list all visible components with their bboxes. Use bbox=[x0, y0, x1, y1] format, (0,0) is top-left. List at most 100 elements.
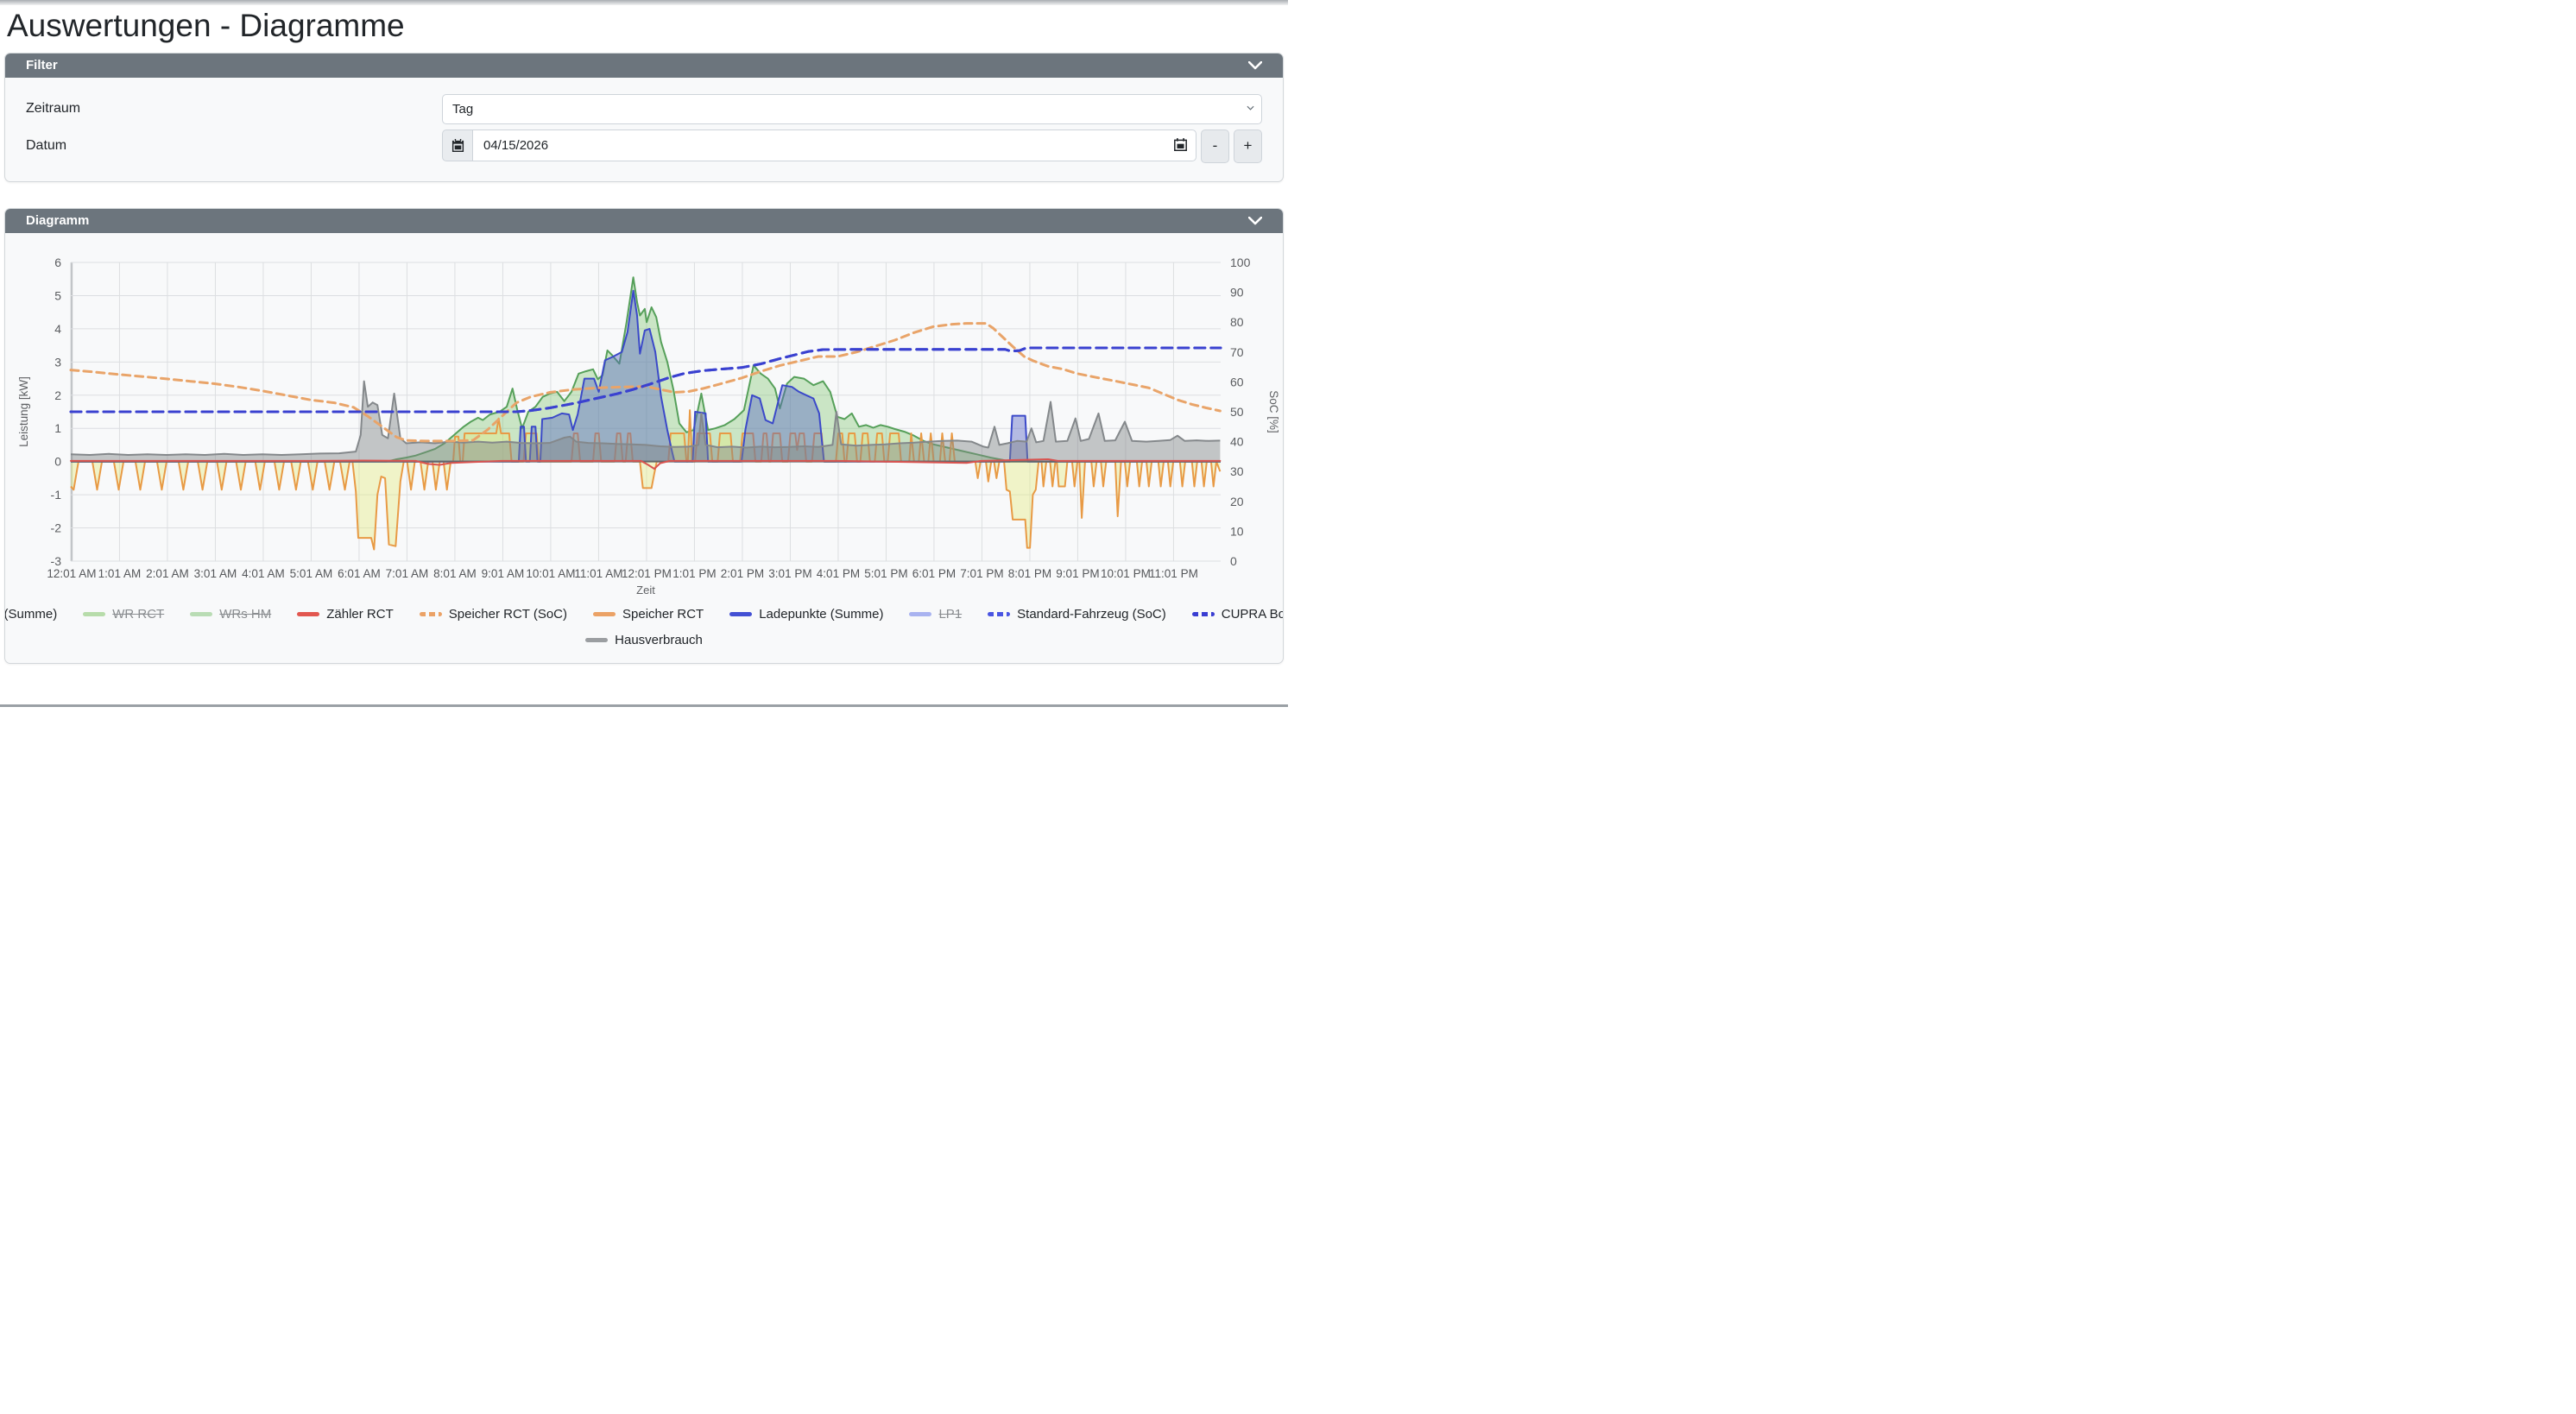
svg-text:Leistung [kW]: Leistung [kW] bbox=[17, 376, 30, 447]
svg-text:-3: -3 bbox=[51, 554, 62, 568]
svg-text:11:01 PM: 11:01 PM bbox=[1149, 567, 1198, 580]
filter-panel: Filter Zeitraum Tag Datum bbox=[4, 53, 1284, 182]
svg-text:20: 20 bbox=[1230, 494, 1244, 508]
svg-text:3:01 PM: 3:01 PM bbox=[768, 567, 811, 580]
filter-panel-title: Filter bbox=[26, 58, 58, 73]
legend-item-lp1[interactable]: LP1 bbox=[909, 607, 962, 622]
svg-text:50: 50 bbox=[1230, 405, 1244, 419]
calendar-icon bbox=[442, 129, 472, 161]
svg-text:40: 40 bbox=[1230, 434, 1244, 448]
svg-text:0: 0 bbox=[1230, 554, 1237, 568]
legend-label: WR RCT bbox=[112, 607, 164, 622]
legend-swatch bbox=[988, 612, 1010, 616]
legend-swatch bbox=[1192, 612, 1215, 616]
svg-text:5:01 PM: 5:01 PM bbox=[864, 567, 907, 580]
svg-text:12:01 PM: 12:01 PM bbox=[622, 567, 672, 580]
diagram-panel-body: 12:01 AM1:01 AM 2:01 AM 3:01 AM 4:01 AM 5:01… bbox=[5, 233, 1283, 663]
svg-text:10:01 AM: 10:01 AM bbox=[526, 567, 575, 580]
diagram-panel-header[interactable]: Diagramm bbox=[5, 209, 1283, 233]
legend-row-2: Hausverbrauch bbox=[7, 633, 1281, 647]
legend-item-cupra-born-soc-[interactable]: CUPRA Born (SoC) bbox=[1192, 607, 1284, 622]
date-minus-button[interactable]: - bbox=[1201, 129, 1229, 163]
svg-text:0: 0 bbox=[54, 454, 61, 468]
chevron-down-icon[interactable] bbox=[1248, 217, 1262, 225]
legend-swatch bbox=[83, 612, 105, 616]
svg-text:3: 3 bbox=[54, 355, 61, 369]
top-fade bbox=[0, 0, 1288, 5]
legend-item-speicher-rct[interactable]: Speicher RCT bbox=[593, 607, 704, 622]
legend-label: WRs HM bbox=[219, 607, 271, 622]
legend-swatch bbox=[585, 638, 608, 642]
svg-text:4: 4 bbox=[54, 322, 61, 336]
svg-text:6: 6 bbox=[54, 256, 61, 269]
legend-label: Ladepunkte (Summe) bbox=[759, 607, 883, 622]
legend-item-z-hler-rct[interactable]: Zähler RCT bbox=[297, 607, 394, 622]
svg-text:10: 10 bbox=[1230, 524, 1244, 538]
legend-item-speicher-rct-soc-[interactable]: Speicher RCT (SoC) bbox=[420, 607, 567, 622]
svg-text:7:01 AM: 7:01 AM bbox=[386, 567, 429, 580]
svg-text:60: 60 bbox=[1230, 375, 1244, 388]
legend-label: Hausverbrauch bbox=[615, 633, 703, 647]
svg-text:2: 2 bbox=[54, 388, 61, 401]
filter-panel-body: Zeitraum Tag Datum bbox=[5, 78, 1283, 181]
filter-panel-header[interactable]: Filter bbox=[5, 54, 1283, 78]
svg-text:1: 1 bbox=[54, 421, 61, 435]
legend-label: Zähler RCT bbox=[326, 607, 394, 622]
svg-text:11:01 AM: 11:01 AM bbox=[574, 567, 622, 580]
svg-text:30: 30 bbox=[1230, 464, 1244, 478]
legend-item-pv-summe-[interactable]: PV (Summe) bbox=[4, 607, 57, 622]
svg-text:8:01 PM: 8:01 PM bbox=[1008, 567, 1051, 580]
svg-text:-1: -1 bbox=[51, 488, 62, 502]
legend-swatch bbox=[909, 612, 931, 616]
legend-label: Standard-Fahrzeug (SoC) bbox=[1017, 607, 1166, 622]
datum-label: Datum bbox=[26, 138, 442, 154]
svg-text:1:01 PM: 1:01 PM bbox=[672, 567, 716, 580]
legend-label: LP1 bbox=[938, 607, 962, 622]
legend-item-hausverbrauch[interactable]: Hausverbrauch bbox=[585, 633, 703, 647]
date-plus-button[interactable]: + bbox=[1234, 129, 1262, 163]
svg-text:10:01 PM: 10:01 PM bbox=[1101, 567, 1151, 580]
zeitraum-select[interactable]: Tag bbox=[442, 94, 1262, 124]
bottom-divider bbox=[0, 704, 1288, 707]
legend-label: Speicher RCT (SoC) bbox=[449, 607, 567, 622]
date-picker-icon[interactable] bbox=[1173, 137, 1188, 152]
svg-text:SoC [%]: SoC [%] bbox=[1267, 390, 1280, 433]
svg-text:4:01 PM: 4:01 PM bbox=[817, 567, 860, 580]
chevron-down-icon[interactable] bbox=[1248, 61, 1262, 70]
svg-text:2:01 AM: 2:01 AM bbox=[146, 567, 189, 580]
svg-text:4:01 AM: 4:01 AM bbox=[242, 567, 285, 580]
svg-text:9:01 PM: 9:01 PM bbox=[1056, 567, 1099, 580]
svg-text:100: 100 bbox=[1230, 256, 1251, 269]
legend-item-standard-fahrzeug-soc-[interactable]: Standard-Fahrzeug (SoC) bbox=[988, 607, 1166, 622]
legend-swatch bbox=[190, 612, 212, 616]
svg-text:5:01 AM: 5:01 AM bbox=[290, 567, 333, 580]
svg-text:5: 5 bbox=[54, 288, 61, 302]
datum-row: Datum - + bbox=[26, 129, 1262, 163]
legend-item-wr-rct[interactable]: WR RCT bbox=[83, 607, 164, 622]
svg-text:90: 90 bbox=[1230, 285, 1244, 299]
svg-text:1:01 AM: 1:01 AM bbox=[98, 567, 142, 580]
legend-swatch bbox=[729, 612, 752, 616]
legend-swatch bbox=[297, 612, 319, 616]
page-title: Auswertungen - Diagramme bbox=[7, 9, 1288, 44]
svg-text:12:01 AM: 12:01 AM bbox=[47, 567, 96, 580]
svg-text:3:01 AM: 3:01 AM bbox=[194, 567, 237, 580]
legend-label: Speicher RCT bbox=[622, 607, 704, 622]
svg-text:8:01 AM: 8:01 AM bbox=[433, 567, 477, 580]
legend-item-wrs-hm[interactable]: WRs HM bbox=[190, 607, 271, 622]
legend-label: CUPRA Born (SoC) bbox=[1222, 607, 1284, 622]
legend-item-ladepunkte-summe-[interactable]: Ladepunkte (Summe) bbox=[729, 607, 883, 622]
svg-text:9:01 AM: 9:01 AM bbox=[482, 567, 525, 580]
svg-text:-2: -2 bbox=[51, 521, 62, 534]
energy-chart[interactable]: 12:01 AM1:01 AM 2:01 AM 3:01 AM 4:01 AM 5:01… bbox=[7, 238, 1284, 599]
legend-row-1: PV (Summe) WR RCT WRs HM Zähler RCT Speicher… bbox=[7, 607, 1281, 622]
svg-text:Zeit: Zeit bbox=[636, 584, 655, 597]
legend-swatch bbox=[420, 612, 442, 616]
diagram-panel-title: Diagramm bbox=[26, 213, 89, 228]
chart-legend: PV (Summe) WR RCT WRs HM Zähler RCT Speicher… bbox=[7, 607, 1281, 647]
zeitraum-label: Zeitraum bbox=[26, 101, 442, 117]
svg-text:7:01 PM: 7:01 PM bbox=[960, 567, 1003, 580]
svg-text:80: 80 bbox=[1230, 315, 1244, 329]
date-input[interactable] bbox=[472, 129, 1196, 161]
legend-label: PV (Summe) bbox=[4, 607, 57, 622]
